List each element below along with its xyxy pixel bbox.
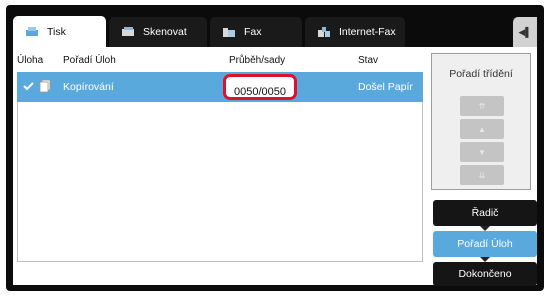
job-list-panel: Úloha Pořadí Úloh Průběh/sady Stav Kopír… bbox=[13, 47, 537, 286]
completed-button[interactable]: Dokončeno bbox=[433, 262, 537, 286]
fax-icon bbox=[223, 28, 235, 37]
spooler-button[interactable]: Řadič bbox=[433, 200, 537, 226]
collapse-arrow-icon: ◀▌ bbox=[518, 26, 532, 37]
job-queue-button[interactable]: Pořadí Úloh bbox=[433, 231, 537, 257]
move-up-button[interactable]: ▲ bbox=[460, 119, 504, 139]
job-name: Kopírování bbox=[63, 81, 114, 93]
collapse-panel-tab[interactable]: ◀▌ bbox=[513, 17, 537, 47]
job-status: Došel Papír bbox=[358, 81, 413, 93]
up-arrow-icon: ▲ bbox=[478, 124, 486, 134]
move-to-bottom-button[interactable]: ⇊ bbox=[460, 165, 504, 185]
double-up-arrow-icon: ⇈ bbox=[478, 101, 486, 111]
tab-internet-fax-label: Internet-Fax bbox=[339, 26, 396, 38]
internet-fax-icon bbox=[318, 27, 330, 37]
column-header-status: Stav bbox=[358, 55, 379, 66]
job-progress-highlight: 0050/0050 bbox=[223, 74, 297, 100]
sort-order-panel: Pořadí třídění ⇈ ▲ ▼ ⇊ bbox=[431, 53, 531, 190]
print-icon bbox=[26, 27, 38, 36]
job-status-screen: Tisk Skenovat Fax Internet-Fax ◀▌ Úloha … bbox=[0, 0, 550, 296]
tab-fax-label: Fax bbox=[244, 26, 262, 38]
job-progress-value: 0050/0050 bbox=[234, 86, 286, 98]
double-down-arrow-icon: ⇊ bbox=[478, 170, 486, 180]
down-arrow-icon: ▼ bbox=[478, 147, 486, 157]
tab-fax[interactable]: Fax bbox=[210, 17, 302, 47]
tab-scan[interactable]: Skenovat bbox=[109, 17, 207, 47]
job-row[interactable]: Kopírování 0050/0050 Došel Papír bbox=[17, 72, 423, 102]
column-header-progress: Průběh/sady bbox=[229, 55, 286, 66]
copy-document-icon bbox=[39, 79, 51, 93]
move-to-top-button[interactable]: ⇈ bbox=[460, 96, 504, 116]
tab-internet-fax[interactable]: Internet-Fax bbox=[305, 17, 405, 47]
job-queue-button-label: Pořadí Úloh bbox=[457, 238, 513, 250]
column-header-task: Úloha bbox=[17, 55, 44, 66]
move-down-button[interactable]: ▼ bbox=[460, 142, 504, 162]
spooler-button-label: Řadič bbox=[471, 207, 499, 219]
checkmark-icon bbox=[23, 82, 34, 91]
column-header-order: Pořadí Úloh bbox=[63, 55, 116, 66]
sort-order-title: Pořadí třídění bbox=[449, 68, 513, 80]
tab-scan-label: Skenovat bbox=[143, 26, 187, 38]
completed-button-label: Dokončeno bbox=[458, 268, 512, 280]
scan-icon bbox=[122, 27, 134, 36]
mode-tabs: Tisk Skenovat Fax Internet-Fax ◀▌ bbox=[13, 16, 537, 48]
tab-print-label: Tisk bbox=[47, 26, 66, 38]
tab-print[interactable]: Tisk bbox=[13, 16, 106, 48]
